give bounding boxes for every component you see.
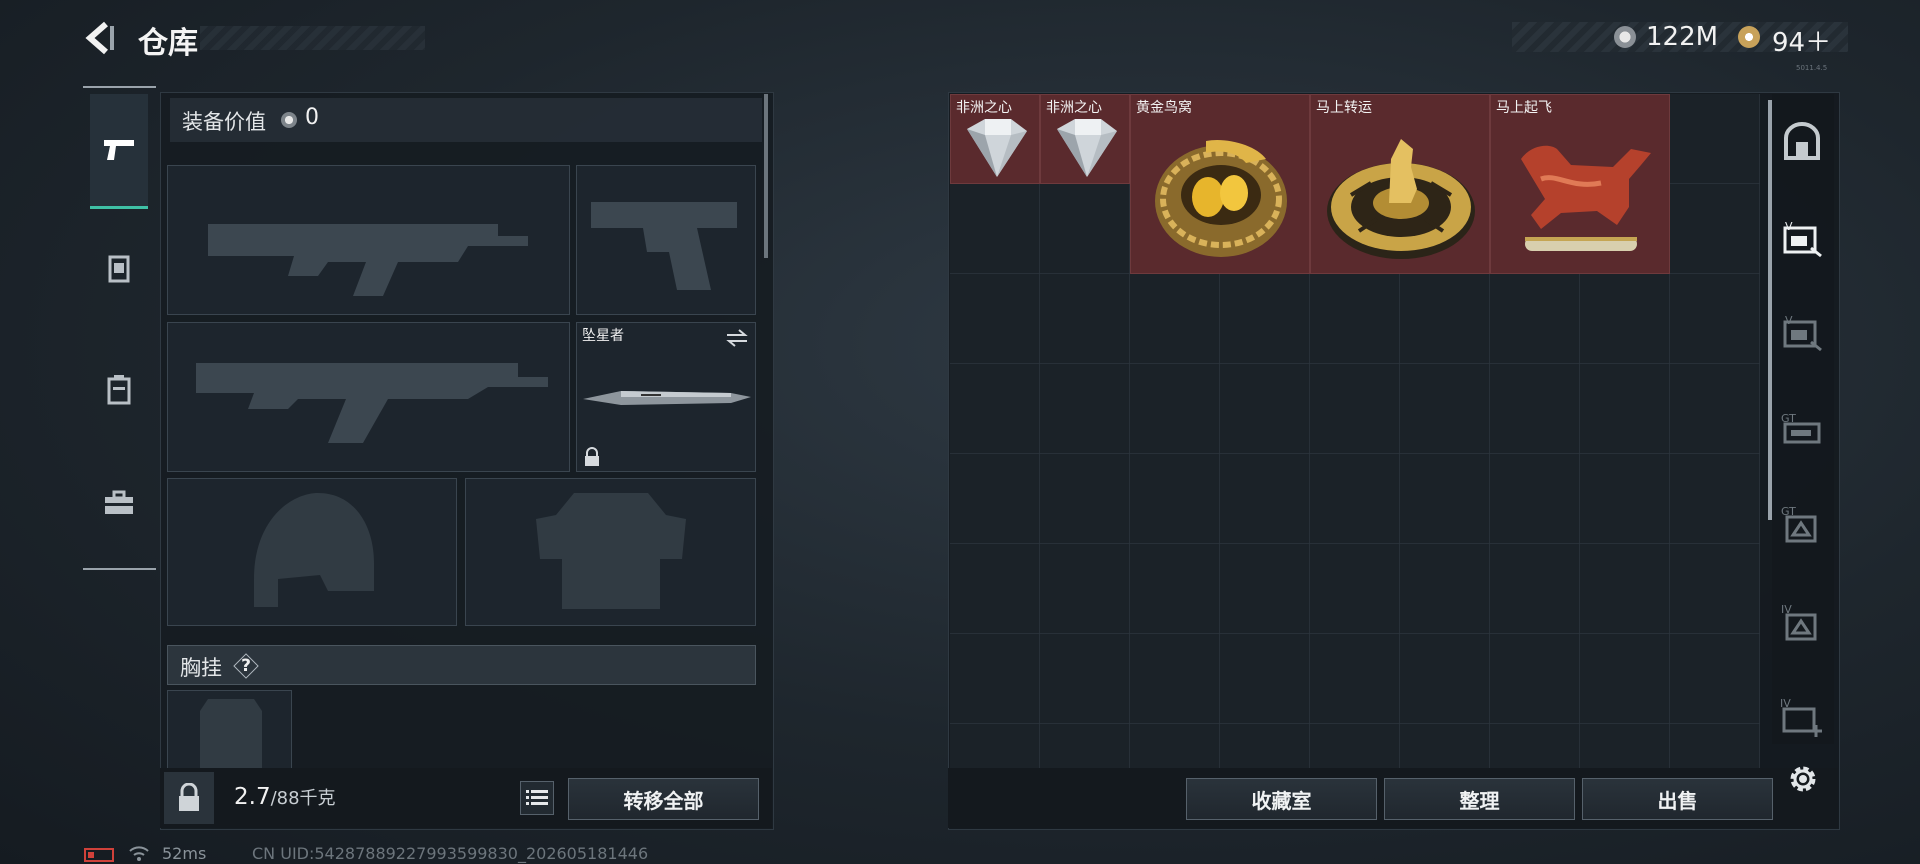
rail-safe-box[interactable] <box>1774 114 1830 170</box>
diamond-icon <box>1057 119 1117 177</box>
pistol-silhouette-icon <box>591 202 737 290</box>
settings-button[interactable] <box>1786 762 1820 796</box>
currency1-value: 122M <box>1646 22 1719 52</box>
rail-stash-gt1[interactable]: GT <box>1774 400 1830 456</box>
weight-max: /88千克 <box>270 788 336 809</box>
rifle-silhouette-icon <box>196 363 548 443</box>
coin-icon <box>281 112 297 128</box>
back-arrow-icon <box>85 21 114 55</box>
rail-stash-v[interactable]: V <box>1774 210 1830 266</box>
helmet-silhouette-icon <box>254 493 374 607</box>
item-name: 黄金鸟窝 <box>1136 100 1192 116</box>
melee-name: 坠星者 <box>582 328 624 344</box>
stash-v-icon: V <box>1783 220 1822 258</box>
transfer-all-button[interactable]: 转移全部 <box>568 778 759 820</box>
tab-backpack[interactable] <box>90 360 148 418</box>
stash-grid: 非洲之心 非洲之心 黄金鸟窝 马上转运 马上起飞 <box>950 94 1760 770</box>
vest-silhouette-icon <box>536 493 686 609</box>
list-icon <box>526 790 548 805</box>
sort-button[interactable]: 整理 <box>1384 778 1575 820</box>
list-view-button[interactable] <box>520 781 554 815</box>
coin-icon <box>1614 26 1636 48</box>
primary-weapon-slot[interactable] <box>167 165 570 315</box>
loadout-scrollbar[interactable] <box>764 94 768 258</box>
tab-rail-bottom-line <box>83 568 156 570</box>
helmet-slot[interactable] <box>167 478 457 626</box>
lock-icon <box>585 447 599 466</box>
rail-stash-v2[interactable]: V <box>1774 304 1830 360</box>
currency2-value[interactable]: 94＋ <box>1772 22 1831 59</box>
item-name: 非洲之心 <box>956 100 1012 116</box>
ping-text: 52ms <box>162 844 207 863</box>
stash-add-icon: IV <box>1780 697 1822 737</box>
padlock-icon <box>179 783 199 811</box>
knife-icon <box>583 391 751 405</box>
item-name: 马上转运 <box>1316 100 1372 116</box>
rail-stash-iv1[interactable]: IV <box>1774 594 1830 650</box>
stash-gt2-icon: GT <box>1781 505 1817 543</box>
chest-rig-label: 胸挂 <box>180 656 222 680</box>
tab-rail-top-line <box>83 86 156 88</box>
golden-nest-icon <box>1155 139 1287 257</box>
rifle-silhouette-icon <box>208 224 528 296</box>
weight-display: 2.7/88千克 <box>234 784 336 810</box>
equipment-value: 0 <box>305 105 319 130</box>
chest-rig-slot[interactable] <box>167 690 292 769</box>
title-stripe <box>200 26 425 50</box>
gold-coin-icon <box>1738 26 1760 48</box>
safe-box-icon <box>1784 122 1820 160</box>
chest-rig-help-button[interactable]: ? <box>232 652 260 680</box>
equipment-value-label: 装备价值 <box>182 110 266 134</box>
back-button[interactable] <box>80 18 120 58</box>
armor-icon <box>108 255 130 283</box>
tab-tools[interactable] <box>90 474 148 532</box>
item-name: 非洲之心 <box>1046 100 1102 116</box>
svg-text:V: V <box>1785 314 1793 327</box>
pistol-icon <box>104 140 134 160</box>
stash-item[interactable]: 马上起飞 <box>1490 94 1670 274</box>
stash-item[interactable]: 非洲之心 <box>950 94 1040 184</box>
backpack-icon <box>107 375 131 405</box>
lock-toggle-button[interactable] <box>164 772 214 824</box>
chest-rig-silhouette-icon <box>200 699 262 769</box>
sidearm-slot[interactable] <box>576 165 756 315</box>
stash-item[interactable]: 马上转运 <box>1310 94 1490 274</box>
stash-gt1-icon: GT <box>1781 412 1821 444</box>
stash-iv1-icon: IV <box>1781 603 1817 641</box>
secondary-weapon-slot[interactable] <box>167 322 570 472</box>
stash-v2-icon: V <box>1783 314 1822 352</box>
sell-button[interactable]: 出售 <box>1582 778 1773 820</box>
battery-icon <box>84 848 114 862</box>
rail-stash-iv-add[interactable]: IV <box>1774 688 1830 744</box>
diamond-icon <box>967 119 1027 177</box>
wifi-icon <box>129 846 149 861</box>
swap-icon[interactable] <box>725 327 749 349</box>
svg-text:V: V <box>1785 220 1793 233</box>
item-name: 马上起飞 <box>1496 100 1552 116</box>
tab-weapons[interactable] <box>90 94 148 209</box>
tab-armor[interactable] <box>90 240 148 298</box>
melee-slot[interactable]: 坠星者 <box>576 322 756 472</box>
weight-current: 2.7 <box>234 784 271 810</box>
rail-stash-gt2[interactable]: GT <box>1774 496 1830 552</box>
toolbox-icon <box>105 490 133 514</box>
page-title: 仓库 <box>138 26 198 61</box>
uid-text: CN UID:54287889227993599830_202605181446 <box>252 844 649 863</box>
gear-icon <box>1790 766 1816 792</box>
red-horse-statue-icon <box>1521 145 1651 251</box>
collection-room-button[interactable]: 收藏室 <box>1186 778 1377 820</box>
golden-horse-medallion-icon <box>1327 139 1475 259</box>
stash-item[interactable]: 黄金鸟窝 <box>1130 94 1310 274</box>
version-text: 5011.4.5 <box>1796 64 1828 72</box>
stash-item[interactable]: 非洲之心 <box>1040 94 1130 184</box>
armor-slot[interactable] <box>465 478 756 626</box>
